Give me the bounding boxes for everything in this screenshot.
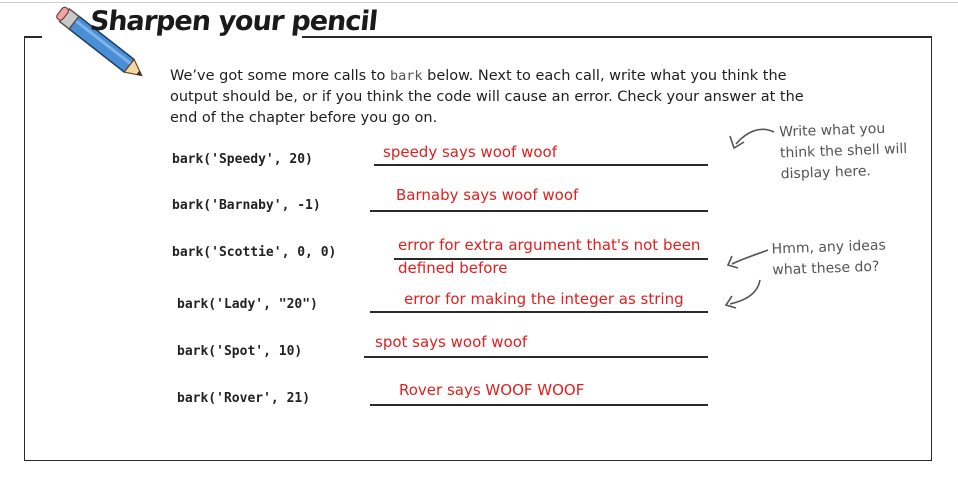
- answer-text: error for making the integer as string: [404, 290, 684, 308]
- shell-note: Write what you think the shell will disp…: [779, 120, 908, 183]
- curved-arrow-icon: [726, 249, 769, 269]
- answer-text: error for extra argument that's not been: [398, 236, 701, 254]
- answer-line: [394, 258, 708, 260]
- answer-line: [364, 356, 708, 358]
- frame-top-border-right: [302, 36, 932, 38]
- answer-line: [370, 311, 708, 313]
- answer-line: [370, 404, 708, 406]
- call-code: bark('Rover', 21): [177, 391, 311, 406]
- call-code: bark('Spot', 10): [177, 344, 303, 359]
- call-code: bark('Scottie', 0, 0): [172, 245, 337, 260]
- answer-text: spot says woof woof: [375, 333, 528, 351]
- answer-line: [374, 164, 708, 166]
- frame-top-border-left: [24, 36, 42, 38]
- answer-text: speedy says woof woof: [383, 143, 558, 161]
- call-code: bark('Barnaby', -1): [172, 198, 321, 213]
- answer-text-continued: defined before: [398, 259, 508, 277]
- answer-line: [370, 210, 708, 212]
- page-title: Sharpen your pencil: [88, 6, 379, 37]
- answer-text: Rover says WOOF WOOF: [399, 381, 585, 399]
- answer-text: Barnaby says woof woof: [396, 186, 579, 204]
- inline-code: bark: [390, 68, 423, 84]
- instructions-text: We’ve got some more calls to bark below.…: [170, 68, 804, 126]
- call-code: bark('Speedy', 20): [172, 152, 313, 167]
- ideas-note: Hmm, any ideas what these do?: [771, 237, 887, 279]
- curved-arrow-icon: [724, 279, 761, 309]
- call-code: bark('Lady', "20"): [177, 297, 318, 312]
- curved-arrow-icon: [729, 128, 775, 150]
